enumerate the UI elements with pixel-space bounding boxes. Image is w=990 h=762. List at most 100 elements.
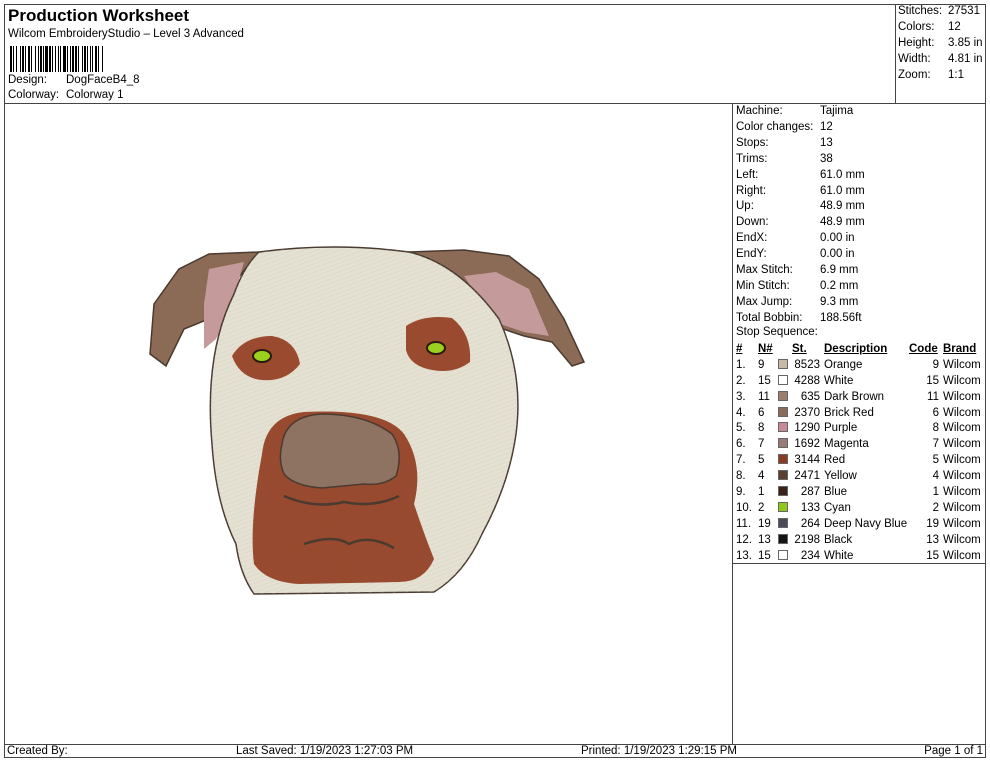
thread-brand: Wilcom [943,358,981,371]
needle-number: 5 [758,454,765,467]
thread-brand: Wilcom [943,438,981,451]
spec-value: Tajima [820,105,854,117]
spec-value: 13 [820,136,833,149]
summary-value: 3.85 in [948,37,983,49]
color-swatch [778,532,792,548]
barcode [10,46,174,72]
thread-brand: Wilcom [943,390,981,403]
stop-index: 7. [736,454,746,467]
table-row: 2. 15 4288 White 15 Wilcom [733,373,985,389]
color-swatch [778,500,792,516]
thread-color-swatch [778,374,788,385]
spec-label: Max Jump: [736,295,793,308]
thread-color-swatch [778,438,788,449]
design-value: DogFaceB4_8 [66,74,140,86]
thread-color-swatch [778,501,788,512]
stop-table-header: # N# St. Description Code Brand [733,341,985,357]
stop-index: 8. [736,470,746,483]
stitch-count: 133 [800,501,820,514]
table-row: 5. 8 1290 Purple 8 Wilcom [733,420,985,436]
spec-row: Max Stitch: 6.9 mm [736,264,858,276]
dog-face-embroidery [149,246,586,595]
summary-zoom: Zoom: 1:1 [898,69,964,81]
stitch-count: 8523 [794,358,820,371]
summary-height: Height: 3.85 in [898,37,983,49]
summary-label: Colors: [898,21,935,33]
stitch-count: 1692 [794,438,820,451]
col-code: Code [909,342,938,355]
summary-label: Height: [898,37,935,49]
stitch-count: 2370 [794,406,820,419]
thread-brand: Wilcom [943,533,981,546]
worksheet-footer: Created By: Last Saved: 1/19/2023 1:27:0… [4,744,986,758]
table-row: 9. 1 287 Blue 1 Wilcom [733,484,985,500]
stop-index: 1. [736,358,746,371]
color-swatch [778,452,792,468]
needle-number: 13 [758,533,771,546]
created-by: Created By: [7,745,68,757]
needle-number: 1 [758,485,765,498]
spec-value: 61.0 mm [820,168,865,181]
table-row: 13. 15 234 White 15 Wilcom [733,548,985,564]
color-swatch [778,484,792,500]
thread-color-swatch [778,533,788,544]
stop-index: 6. [736,438,746,451]
color-description: Magenta [824,438,869,451]
worksheet-header: Production Worksheet Wilcom EmbroiderySt… [4,4,896,104]
thread-brand: Wilcom [943,485,981,498]
table-row: 10. 2 133 Cyan 2 Wilcom [733,500,985,516]
needle-number: 11 [758,390,770,403]
color-description: Deep Navy Blue [824,517,908,530]
left-eye [252,349,272,363]
spec-label: Left: [736,168,759,181]
thread-color-swatch [778,470,788,481]
color-code: 7 [932,438,939,451]
table-row: 3. 11 635 Dark Brown 11 Wilcom [733,389,985,405]
stitch-count: 2471 [794,470,820,483]
color-description: Orange [824,358,863,371]
last-saved: Last Saved: 1/19/2023 1:27:03 PM [236,745,414,757]
summary-label: Width: [898,53,931,65]
stop-sequence-table: # N# St. Description Code Brand 1. 9 8523 O… [733,341,985,565]
color-description: Purple [824,422,858,435]
color-description: White [824,549,854,562]
color-code: 15 [926,549,939,562]
spec-value: 61.0 mm [820,184,865,197]
spec-label: EndY: [736,248,767,261]
color-code: 6 [932,406,939,419]
color-swatch [778,389,792,405]
stitch-count: 3144 [794,454,820,467]
thread-color-swatch [778,454,788,465]
summary-label: Stitches: [898,5,943,17]
summary-stitches: Stitches: 27531 [898,5,980,17]
design-label: Design: [8,74,47,86]
spec-label: Max Stitch: [736,264,793,276]
color-code: 2 [932,501,939,514]
needle-number: 4 [758,470,765,483]
spec-row: Min Stitch: 0.2 mm [736,280,858,292]
color-code: 19 [926,517,939,530]
color-code: 15 [926,374,939,387]
spec-row: Machine: Tajima [736,105,853,117]
thread-brand: Wilcom [943,454,981,467]
table-row: 4. 6 2370 Brick Red 6 Wilcom [733,405,985,421]
design-row: Design: DogFaceB4_8 [8,74,140,86]
col-index: # [736,342,743,355]
table-row: 6. 7 1692 Magenta 7 Wilcom [733,436,985,452]
summary-label: Zoom: [898,69,931,81]
thread-color-swatch [778,406,788,417]
colorway-value: Colorway 1 [66,89,124,101]
thread-brand: Wilcom [943,470,981,483]
thread-brand: Wilcom [943,517,981,530]
stop-index: 11. [736,517,752,530]
needle-number: 7 [758,438,765,451]
spec-value: 6.9 mm [820,264,859,276]
needle-number: 8 [758,422,765,435]
color-description: White [824,374,854,387]
design-summary: Stitches: 27531 Colors: 12 Height: 3.85 in … [896,4,986,104]
col-swatch [778,341,792,357]
thread-brand: Wilcom [943,422,981,435]
spec-label: Right: [736,184,767,197]
spec-value: 0.00 in [820,232,855,245]
thread-color-swatch [778,422,788,433]
